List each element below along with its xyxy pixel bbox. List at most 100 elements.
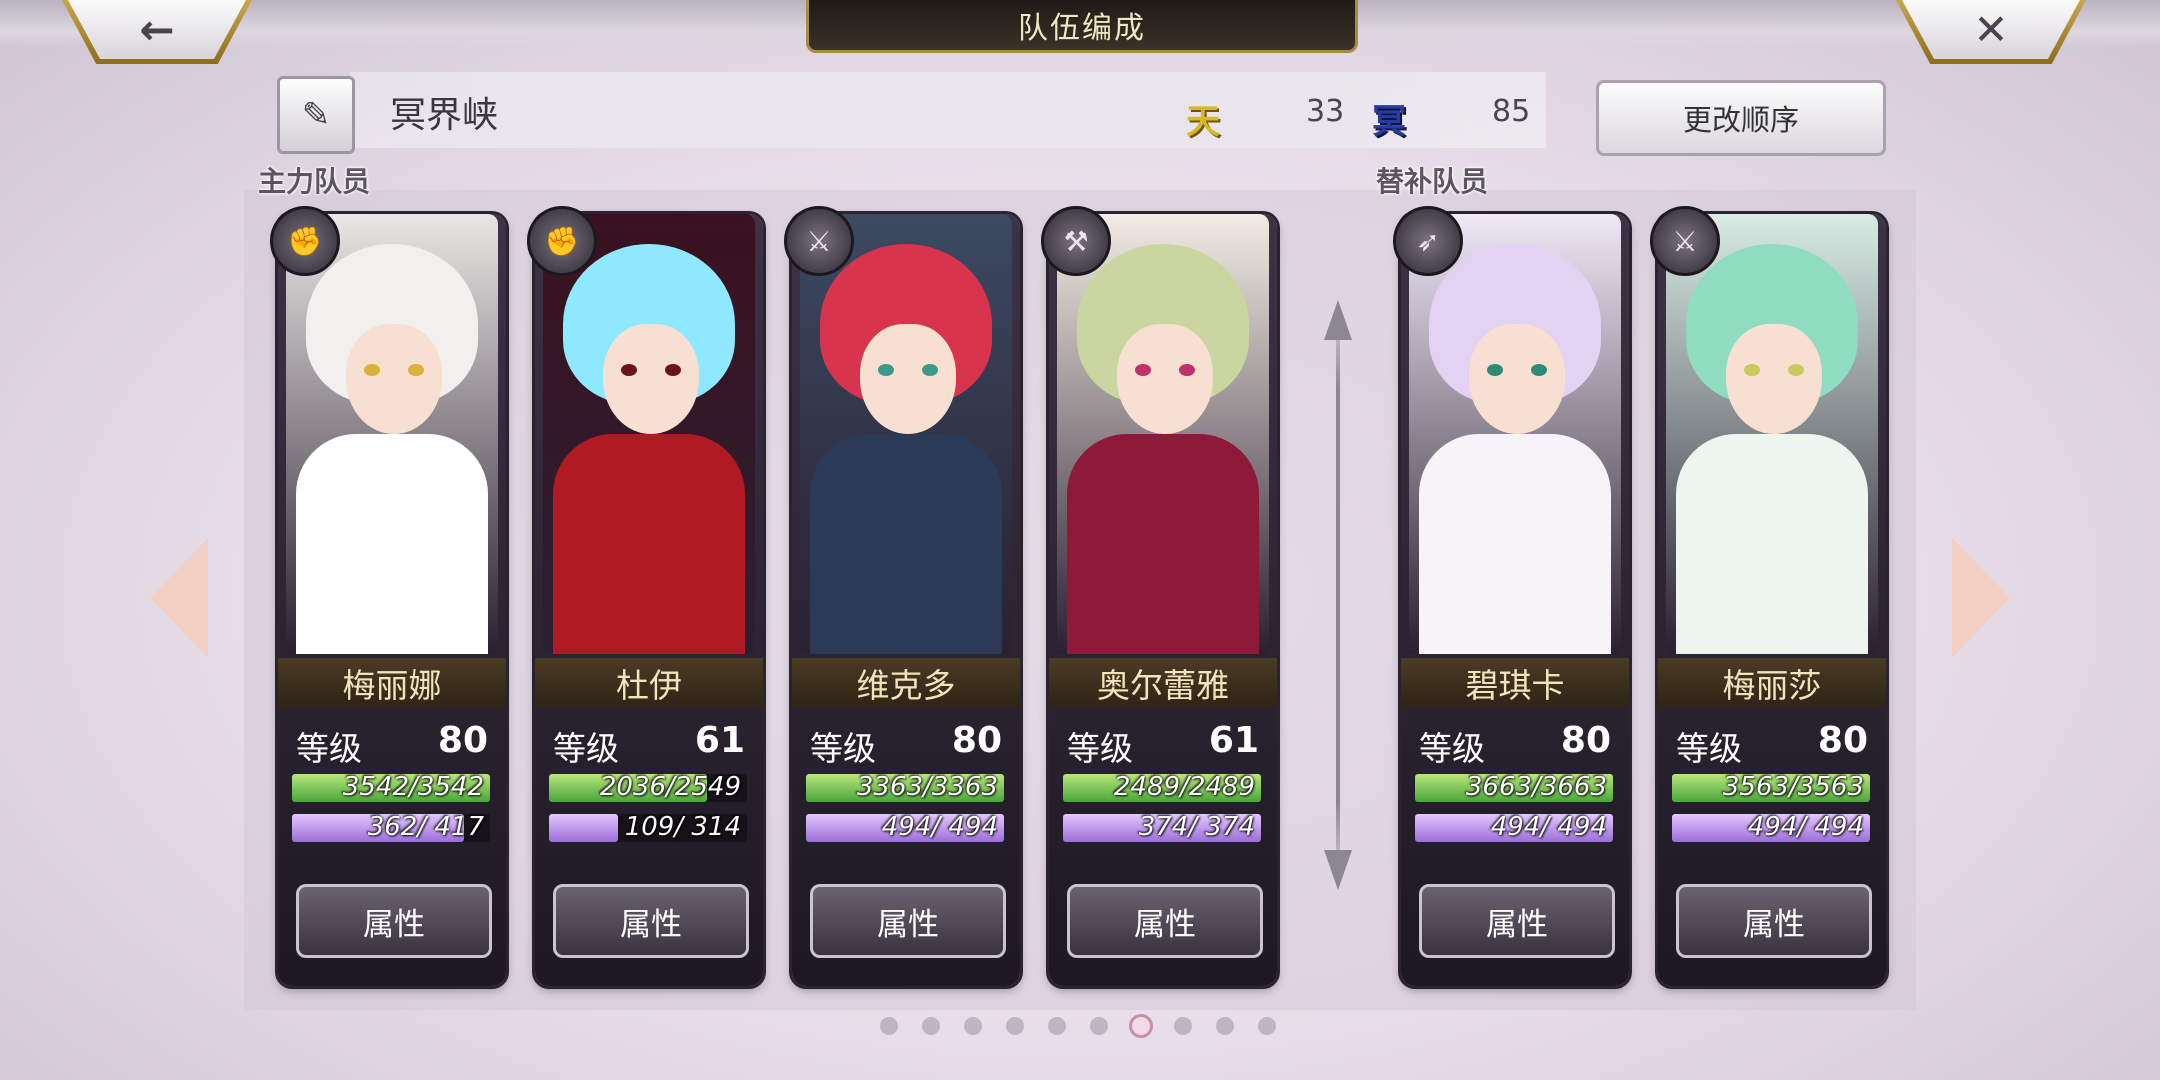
portrait-outfit bbox=[1067, 434, 1259, 654]
level-value: 80 bbox=[1560, 720, 1611, 761]
page-dot[interactable] bbox=[964, 1017, 982, 1035]
close-icon: ✕ bbox=[1973, 5, 2009, 54]
hp-bar: 3663/3663 bbox=[1415, 772, 1613, 802]
character-portrait[interactable] bbox=[1666, 214, 1878, 654]
level-label: 等级 bbox=[810, 729, 876, 768]
mp-bar: 494/ 494 bbox=[1672, 812, 1870, 842]
axe-icon: ⚒ bbox=[1041, 206, 1111, 276]
hp-bar: 2489/2489 bbox=[1063, 772, 1261, 802]
hp-text: 3663/3663 bbox=[1465, 772, 1607, 802]
character-portrait[interactable] bbox=[1057, 214, 1269, 654]
level-label: 等级 bbox=[1676, 729, 1742, 768]
page-dot[interactable] bbox=[922, 1017, 940, 1035]
portrait-outfit bbox=[810, 434, 1002, 654]
portrait-face bbox=[1726, 324, 1822, 434]
main-reserve-divider bbox=[1336, 300, 1340, 890]
member-name: 碧琪卡 bbox=[1401, 658, 1629, 708]
attributes-button[interactable]: 属性 bbox=[1419, 884, 1615, 958]
level-value: 61 bbox=[694, 720, 745, 761]
hp-text: 3363/3363 bbox=[856, 772, 998, 802]
hp-text: 3563/3563 bbox=[1722, 772, 1864, 802]
fist-icon: ✊ bbox=[270, 206, 340, 276]
portrait-outfit bbox=[296, 434, 488, 654]
level-value: 80 bbox=[1817, 720, 1868, 761]
level-value: 80 bbox=[951, 720, 1002, 761]
character-portrait[interactable] bbox=[1409, 214, 1621, 654]
fist-icon: ✊ bbox=[527, 206, 597, 276]
member-card[interactable]: ⚔ 梅丽莎 等级 80 3563/3563 494/ 494 属性 bbox=[1650, 206, 1886, 986]
hp-text: 3542/3542 bbox=[342, 772, 484, 802]
page-dot[interactable] bbox=[1174, 1017, 1192, 1035]
page-dot[interactable] bbox=[880, 1017, 898, 1035]
mp-bar: 494/ 494 bbox=[806, 812, 1004, 842]
level-value: 80 bbox=[437, 720, 488, 761]
back-arrow-icon: ← bbox=[139, 5, 175, 54]
portrait-eye bbox=[1744, 364, 1760, 376]
portrait-face bbox=[603, 324, 699, 434]
hp-text: 2036/2549 bbox=[599, 772, 741, 802]
heaven-element-icon: 天 bbox=[1186, 102, 1220, 142]
portrait-eye bbox=[878, 364, 894, 376]
attributes-button[interactable]: 属性 bbox=[1067, 884, 1263, 958]
mp-fill bbox=[549, 814, 618, 842]
character-portrait[interactable] bbox=[286, 214, 498, 654]
reorder-button[interactable]: 更改顺序 bbox=[1596, 80, 1886, 156]
portrait-face bbox=[346, 324, 442, 434]
page-dot[interactable] bbox=[1006, 1017, 1024, 1035]
page-dot[interactable] bbox=[1048, 1017, 1066, 1035]
attributes-button[interactable]: 属性 bbox=[296, 884, 492, 958]
attributes-button[interactable]: 属性 bbox=[810, 884, 1006, 958]
mp-text: 374/ 374 bbox=[1138, 812, 1255, 842]
mp-text: 494/ 494 bbox=[1747, 812, 1864, 842]
attributes-button[interactable]: 属性 bbox=[1676, 884, 1872, 958]
portrait-eye bbox=[1179, 364, 1195, 376]
portrait-eye bbox=[621, 364, 637, 376]
sword-icon: ⚔ bbox=[784, 206, 854, 276]
divider-down-arrow-icon bbox=[1324, 850, 1352, 890]
member-card[interactable]: ➶ 碧琪卡 等级 80 3663/3663 494/ 494 属性 bbox=[1393, 206, 1629, 986]
portrait-outfit bbox=[1419, 434, 1611, 654]
page-dot[interactable] bbox=[1216, 1017, 1234, 1035]
team-name: 冥界峡 bbox=[390, 95, 499, 136]
mp-text: 362/ 417 bbox=[367, 812, 484, 842]
portrait-eye bbox=[665, 364, 681, 376]
portrait-face bbox=[1117, 324, 1213, 434]
level-label: 等级 bbox=[553, 729, 619, 768]
divider-up-arrow-icon bbox=[1324, 300, 1352, 340]
hp-bar: 3542/3542 bbox=[292, 772, 490, 802]
portrait-outfit bbox=[1676, 434, 1868, 654]
mp-bar: 109/ 314 bbox=[549, 812, 747, 842]
member-name: 杜伊 bbox=[535, 658, 763, 708]
mp-text: 494/ 494 bbox=[1490, 812, 1607, 842]
page-dot[interactable] bbox=[1090, 1017, 1108, 1035]
close-button[interactable]: ✕ bbox=[1896, 0, 2086, 64]
member-card[interactable]: ✊ 梅丽娜 等级 80 3542/3542 362/ 417 属性 bbox=[270, 206, 506, 986]
team-info-strip bbox=[350, 72, 1546, 148]
page-dot[interactable] bbox=[1132, 1017, 1150, 1035]
portrait-eye bbox=[922, 364, 938, 376]
member-card[interactable]: ⚔ 维克多 等级 80 3363/3363 494/ 494 属性 bbox=[784, 206, 1020, 986]
page-dot[interactable] bbox=[1258, 1017, 1276, 1035]
character-portrait[interactable] bbox=[543, 214, 755, 654]
level-value: 61 bbox=[1208, 720, 1259, 761]
portrait-eye bbox=[1487, 364, 1503, 376]
edit-team-name-button[interactable]: ✎ bbox=[277, 76, 355, 154]
portrait-eye bbox=[408, 364, 424, 376]
character-portrait[interactable] bbox=[800, 214, 1012, 654]
hp-bar: 3363/3363 bbox=[806, 772, 1004, 802]
member-card[interactable]: ✊ 杜伊 等级 61 2036/2549 109/ 314 属性 bbox=[527, 206, 763, 986]
portrait-eye bbox=[1531, 364, 1547, 376]
underworld-element-icon: 冥 bbox=[1372, 102, 1406, 142]
level-label: 等级 bbox=[1067, 729, 1133, 768]
prev-page-arrow-icon[interactable] bbox=[150, 538, 208, 658]
level-label: 等级 bbox=[296, 729, 362, 768]
mp-bar: 374/ 374 bbox=[1063, 812, 1261, 842]
portrait-face bbox=[1469, 324, 1565, 434]
member-name: 梅丽莎 bbox=[1658, 658, 1886, 708]
portrait-eye bbox=[1788, 364, 1804, 376]
back-button[interactable]: ← bbox=[62, 0, 252, 64]
next-page-arrow-icon[interactable] bbox=[1952, 538, 2010, 658]
mp-text: 109/ 314 bbox=[624, 812, 741, 842]
attributes-button[interactable]: 属性 bbox=[553, 884, 749, 958]
member-card[interactable]: ⚒ 奥尔蕾雅 等级 61 2489/2489 374/ 374 属性 bbox=[1041, 206, 1277, 986]
